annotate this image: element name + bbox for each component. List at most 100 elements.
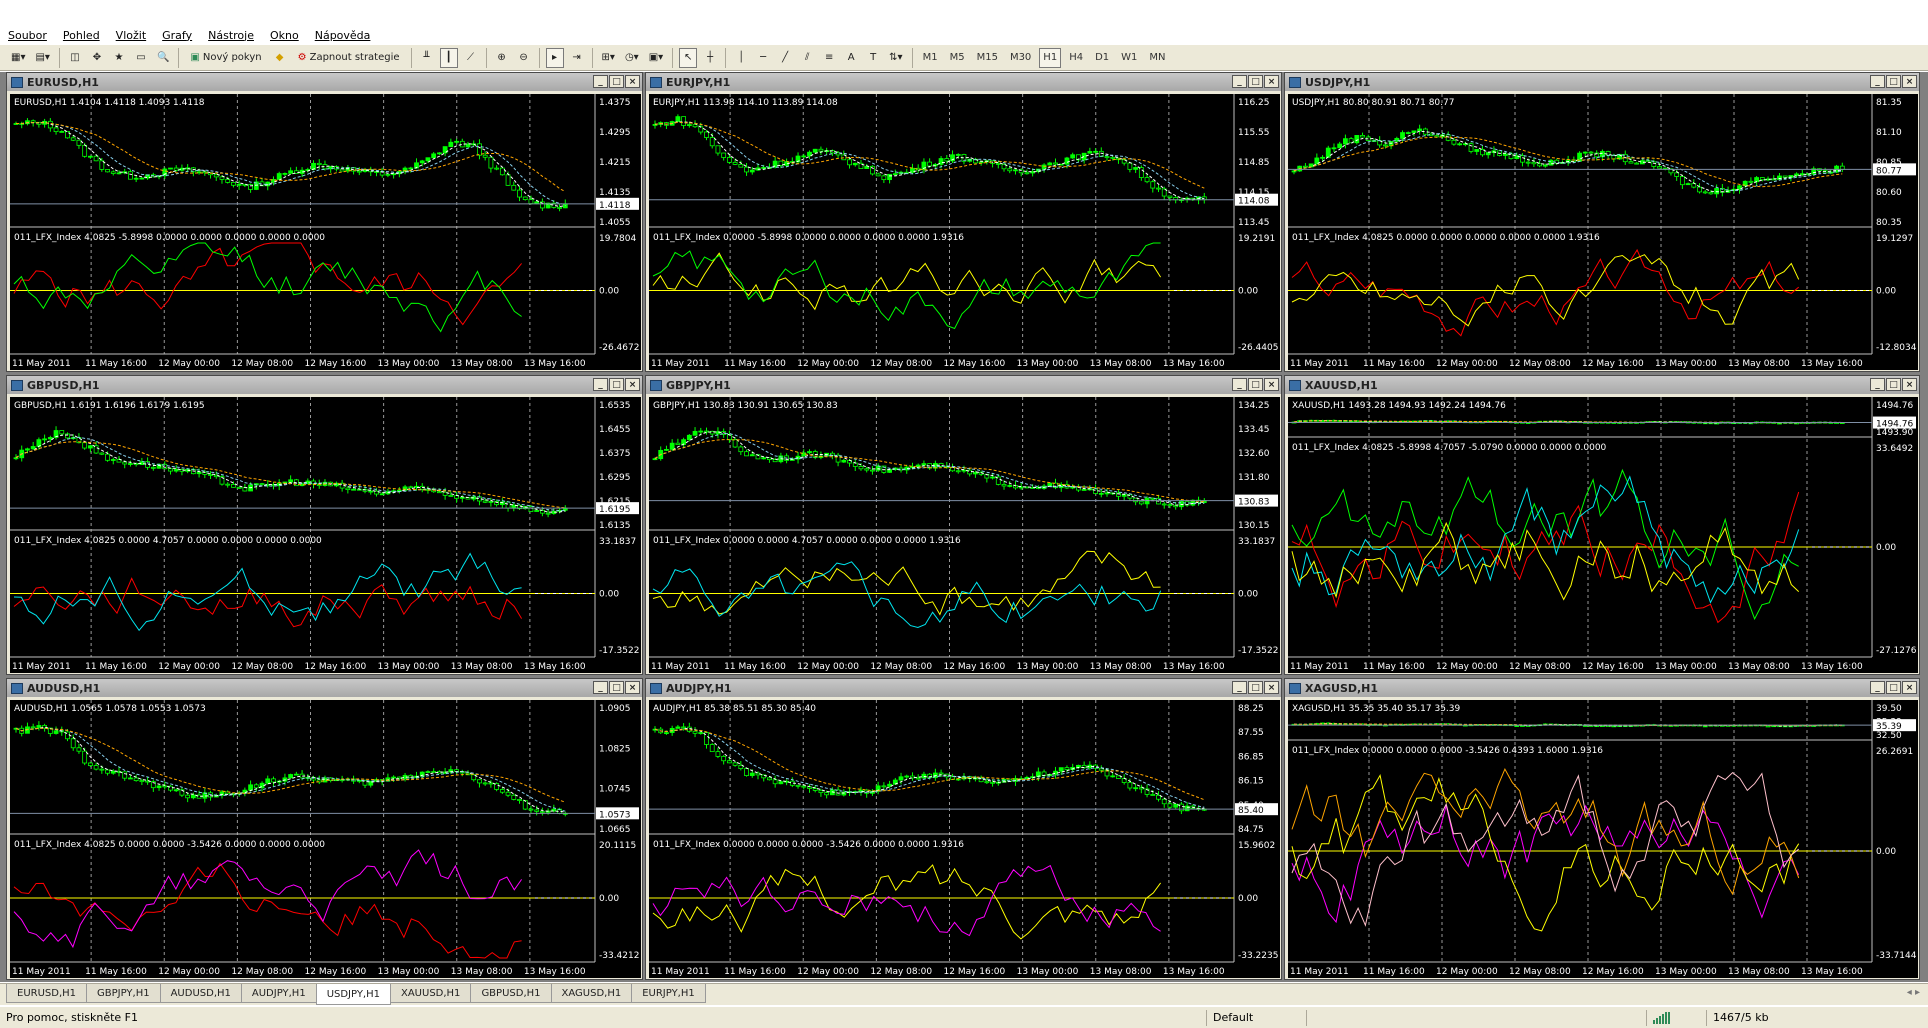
label-tool-icon[interactable]: T (864, 48, 882, 68)
market-watch-icon[interactable]: ◫ (66, 48, 84, 68)
timeframe-h4-button[interactable]: H4 (1065, 48, 1087, 68)
close-icon[interactable]: × (1902, 378, 1917, 391)
strategy-toggle-button[interactable]: ⚙ Zapnout strategie (293, 48, 405, 68)
chart-window[interactable]: AUDJPY,H1 _ □ × 11 May 2011 11 May 16:00 12 Ma… (645, 678, 1282, 980)
minimize-icon[interactable]: _ (593, 681, 608, 694)
new-chart-icon[interactable]: ▦▾ (8, 48, 28, 68)
indicators-icon[interactable]: ⊞▾ (599, 48, 618, 68)
chart-shift-icon[interactable]: ⇥ (568, 48, 586, 68)
maximize-icon[interactable]: □ (1886, 681, 1901, 694)
profiles-icon[interactable]: ▤▾ (32, 48, 52, 68)
menu-item-0[interactable]: Soubor (0, 29, 55, 42)
tab-scroll-arrows-icon[interactable]: ◂ ▸ (1907, 987, 1920, 998)
chart-canvas[interactable]: 11 May 2011 11 May 16:00 12 May 00:00 12 Ma… (10, 94, 641, 370)
close-icon[interactable]: × (625, 378, 640, 391)
maximize-icon[interactable]: □ (609, 75, 624, 88)
vertical-line-icon[interactable]: │ (732, 48, 750, 68)
zoom-out-icon[interactable]: ⊖ (515, 48, 533, 68)
navigator-icon[interactable]: ★ (110, 48, 128, 68)
chart-tab[interactable]: AUDUSD,H1 (159, 984, 242, 1003)
chart-window[interactable]: EURJPY,H1 _ □ × 11 May 2011 11 May 16:00 12 Ma… (645, 72, 1282, 372)
chart-window-titlebar[interactable]: XAGUSD,H1 _ □ × (1285, 679, 1919, 697)
candlestick-icon[interactable]: ┃ (439, 47, 458, 68)
timeframe-w1-button[interactable]: W1 (1117, 48, 1141, 68)
chart-window[interactable]: GBPUSD,H1 _ □ × 11 May 2011 11 May 16:00 12 Ma… (6, 375, 643, 675)
chart-window-titlebar[interactable]: USDJPY,H1 _ □ × (1285, 73, 1919, 91)
chart-window-titlebar[interactable]: EURUSD,H1 _ □ × (7, 73, 642, 91)
close-icon[interactable]: × (625, 681, 640, 694)
channel-icon[interactable]: ⫽ (798, 48, 816, 68)
close-icon[interactable]: × (1902, 75, 1917, 88)
menu-item-1[interactable]: Pohled (55, 29, 108, 42)
close-icon[interactable]: × (1264, 681, 1279, 694)
chart-tab[interactable]: GBPUSD,H1 (470, 984, 552, 1003)
maximize-icon[interactable]: □ (1248, 378, 1263, 391)
menu-item-2[interactable]: Vložit (108, 29, 154, 42)
chart-tab[interactable]: USDJPY,H1 (315, 984, 391, 1005)
chart-canvas[interactable]: 11 May 2011 11 May 16:00 12 May 00:00 12 Ma… (10, 397, 641, 673)
chart-tab[interactable]: EURJPY,H1 (631, 984, 706, 1003)
chart-canvas[interactable]: 11 May 2011 11 May 16:00 12 May 00:00 12 Ma… (649, 700, 1280, 978)
chart-window[interactable]: EURUSD,H1 _ □ × 11 May 2011 11 May 16:00 12 Ma… (6, 72, 643, 372)
zoom-in-icon[interactable]: ⊕ (493, 48, 511, 68)
close-icon[interactable]: × (625, 75, 640, 88)
chart-window-titlebar[interactable]: AUDUSD,H1 _ □ × (7, 679, 642, 697)
chart-canvas[interactable]: 11 May 2011 11 May 16:00 12 May 00:00 12 Ma… (649, 397, 1280, 673)
chart-window[interactable]: GBPJPY,H1 _ □ × 11 May 2011 11 May 16:00 12 Ma… (645, 375, 1282, 675)
text-tool-icon[interactable]: A (842, 48, 860, 68)
minimize-icon[interactable]: _ (1232, 378, 1247, 391)
chart-tab[interactable]: AUDJPY,H1 (240, 984, 317, 1003)
chart-tab[interactable]: GBPJPY,H1 (86, 984, 161, 1003)
chart-window-titlebar[interactable]: XAUUSD,H1 _ □ × (1285, 376, 1919, 394)
terminal-icon[interactable]: ▭ (132, 48, 150, 68)
line-chart-icon[interactable]: ⟋ (462, 48, 480, 68)
maximize-icon[interactable]: □ (1886, 378, 1901, 391)
close-icon[interactable]: × (1264, 75, 1279, 88)
periods-icon[interactable]: ◷▾ (622, 48, 642, 68)
timeframe-d1-button[interactable]: D1 (1091, 48, 1113, 68)
maximize-icon[interactable]: □ (1248, 681, 1263, 694)
timeframe-mn-button[interactable]: MN (1145, 48, 1169, 68)
maximize-icon[interactable]: □ (609, 681, 624, 694)
chart-window-titlebar[interactable]: GBPJPY,H1 _ □ × (646, 376, 1281, 394)
timeframe-m5-button[interactable]: M5 (946, 48, 969, 68)
chart-tab[interactable]: XAUUSD,H1 (389, 984, 472, 1003)
menu-item-3[interactable]: Grafy (154, 29, 200, 42)
timeframe-m30-button[interactable]: M30 (1006, 48, 1035, 68)
chart-canvas[interactable]: 11 May 2011 11 May 16:00 12 May 00:00 12 Ma… (649, 94, 1280, 370)
timeframe-m15-button[interactable]: M15 (973, 48, 1002, 68)
fibonacci-icon[interactable]: ≡ (820, 48, 838, 68)
minimize-icon[interactable]: _ (1232, 75, 1247, 88)
chart-tab[interactable]: EURUSD,H1 (6, 984, 88, 1003)
minimize-icon[interactable]: _ (593, 378, 608, 391)
strategy-tester-icon[interactable]: 🔍 (154, 48, 172, 68)
timeframe-h1-button[interactable]: H1 (1039, 47, 1062, 68)
crosshair-icon[interactable]: ┼ (701, 48, 719, 68)
maximize-icon[interactable]: □ (609, 378, 624, 391)
arrows-tool-icon[interactable]: ⇅▾ (886, 48, 905, 68)
timeframe-m1-button[interactable]: M1 (919, 48, 942, 68)
chart-canvas[interactable]: 11 May 2011 11 May 16:00 12 May 00:00 12 Ma… (1288, 94, 1918, 370)
maximize-icon[interactable]: □ (1248, 75, 1263, 88)
minimize-icon[interactable]: _ (593, 75, 608, 88)
minimize-icon[interactable]: _ (1870, 378, 1885, 391)
menu-item-6[interactable]: Nápověda (307, 29, 379, 42)
maximize-icon[interactable]: □ (1886, 75, 1901, 88)
minimize-icon[interactable]: _ (1232, 681, 1247, 694)
close-icon[interactable]: × (1902, 681, 1917, 694)
bar-chart-icon[interactable]: ╨ (418, 48, 436, 68)
chart-window-titlebar[interactable]: EURJPY,H1 _ □ × (646, 73, 1281, 91)
auto-scroll-icon[interactable]: ▸ (545, 47, 564, 68)
chart-window[interactable]: XAGUSD,H1 _ □ × 11 May 2011 11 May 16:00 12 Ma… (1284, 678, 1920, 980)
minimize-icon[interactable]: _ (1870, 681, 1885, 694)
chart-tab[interactable]: XAGUSD,H1 (550, 984, 633, 1003)
chart-window[interactable]: AUDUSD,H1 _ □ × 11 May 2011 11 May 16:00 12 Ma… (6, 678, 643, 980)
trendline-icon[interactable]: ╱ (776, 48, 794, 68)
metaeditor-icon[interactable]: ◆ (271, 48, 289, 68)
chart-canvas[interactable]: 11 May 2011 11 May 16:00 12 May 00:00 12 Ma… (1288, 700, 1918, 978)
horizontal-line-icon[interactable]: ─ (754, 48, 772, 68)
chart-canvas[interactable]: 11 May 2011 11 May 16:00 12 May 00:00 12 Ma… (10, 700, 641, 978)
chart-canvas[interactable]: 11 May 2011 11 May 16:00 12 May 00:00 12 Ma… (1288, 397, 1918, 673)
templates-icon[interactable]: ▣▾ (646, 48, 666, 68)
chart-window-titlebar[interactable]: GBPUSD,H1 _ □ × (7, 376, 642, 394)
